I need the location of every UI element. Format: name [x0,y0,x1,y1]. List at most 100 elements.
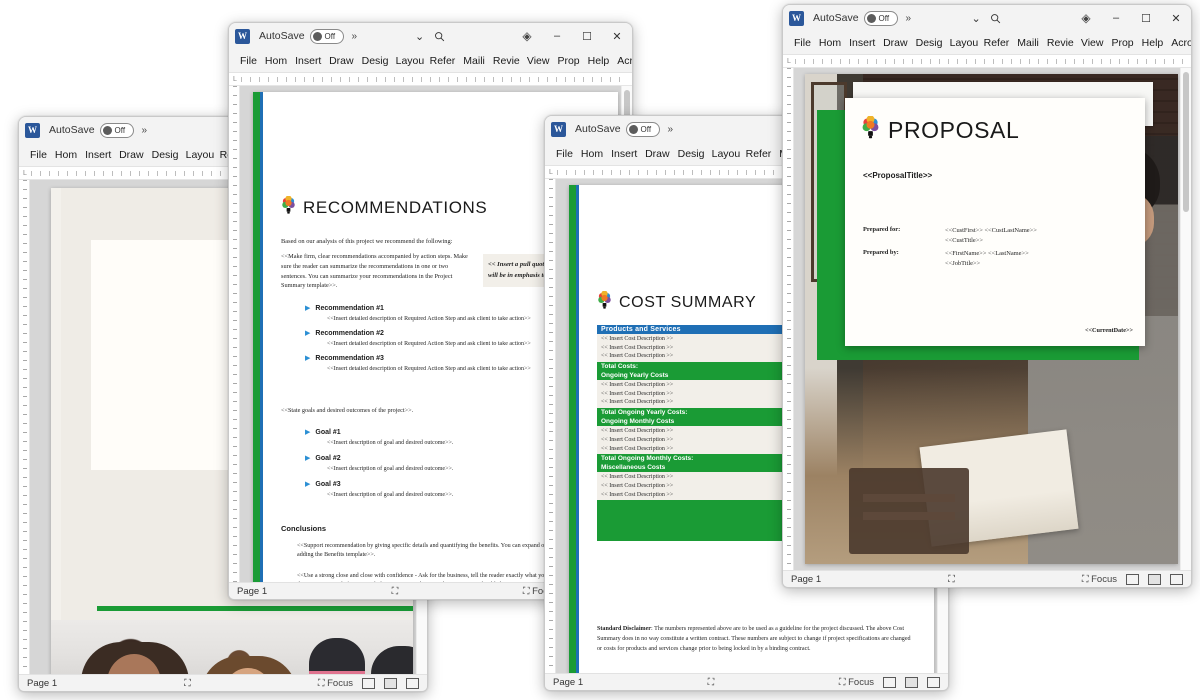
read-mode-icon[interactable] [1126,573,1139,585]
ribbon-tab-help[interactable]: Help [584,53,614,69]
read-mode-icon[interactable] [362,677,375,689]
focus-button[interactable]: ⛶ Focus [318,678,353,689]
ribbon-tab-file[interactable]: File [790,35,815,51]
current-date-field[interactable]: <<CurrentDate>> [1085,327,1133,334]
autosave-switch[interactable]: Off [863,10,898,26]
focus-button[interactable]: ⛶ Focus [1082,574,1117,585]
cust-title-field[interactable]: <<CustTitle>> [945,236,1037,246]
ribbon-tabs[interactable]: File Hom Insert Draw Desig Layou Refer M… [783,31,1191,55]
ribbon-tab-draw[interactable]: Draw [325,53,358,69]
autosave-toggle[interactable]: AutoSave Off [813,10,898,26]
print-layout-icon[interactable] [905,676,918,688]
accessibility-icon[interactable]: ⛶ [948,574,955,585]
ribbon-tab-mailings[interactable]: Maili [1013,35,1043,51]
more-options-icon[interactable]: » [352,31,358,42]
web-layout-icon[interactable] [406,677,419,689]
autosave-toggle[interactable]: AutoSave Off [49,122,134,138]
ribbon-tab-references[interactable]: Refer [426,53,460,69]
ribbon-tab-references[interactable]: Refer [742,146,776,162]
ruler-left-tab-icon[interactable]: L [19,170,27,177]
minimize-button[interactable]: – [542,24,572,48]
more-options-icon[interactable]: » [906,13,912,24]
ribbon-tab-references[interactable]: Refer [980,35,1014,51]
ribbon-tab-file[interactable]: File [26,147,51,163]
page-indicator[interactable]: Page 1 [553,677,583,688]
ribbon-tab-home[interactable]: Hom [815,35,845,51]
author-name-field[interactable]: <<FirstName>> <<LastName>> [945,249,1029,259]
ribbon-tab-insert[interactable]: Insert [291,53,325,69]
ribbon-tab-design[interactable]: Desig [674,146,708,162]
ribbon-tab-layout[interactable]: Layou [182,147,216,163]
autosave-toggle[interactable]: AutoSave Off [575,121,660,137]
accessibility-icon[interactable]: ⛶ [708,677,715,688]
ribbon-tab-design[interactable]: Desig [148,147,182,163]
ribbon-tab-file[interactable]: File [236,53,261,69]
search-icon[interactable] [424,24,454,48]
ribbon-tab-insert[interactable]: Insert [81,147,115,163]
minimize-button[interactable]: – [1101,6,1131,30]
ribbon-tab-help[interactable]: Help [1138,35,1168,51]
web-layout-icon[interactable] [927,676,940,688]
account-icon[interactable]: ◈ [512,24,542,48]
read-mode-icon[interactable] [883,676,896,688]
ruler-left-tab-icon[interactable]: L [783,58,791,65]
author-title-field[interactable]: <<JobTitle>> [945,259,1029,269]
ribbon-tab-home[interactable]: Hom [577,146,607,162]
ribbon-tab-insert[interactable]: Insert [607,146,641,162]
ruler-left-tab-icon[interactable]: L [545,169,553,176]
focus-button[interactable]: ⛶ Focus [839,677,874,688]
ribbon-tab-layout[interactable]: Layou [946,35,980,51]
ribbon-tab-home[interactable]: Hom [261,53,291,69]
document-page[interactable]: PROPOSAL <<ProposalTitle>> Prepared for:… [805,74,1178,564]
ribbon-tab-insert[interactable]: Insert [845,35,879,51]
ribbon-tab-review[interactable]: Revie [489,53,523,69]
proposal-title-field[interactable]: <<ProposalTitle>> [863,171,932,180]
vertical-scrollbar[interactable] [1180,68,1191,570]
ribbon-tab-review[interactable]: Revie [1043,35,1077,51]
ribbon-tab-draw[interactable]: Draw [879,35,912,51]
ribbon-tab-design[interactable]: Desig [912,35,946,51]
ribbon-tab-file[interactable]: File [552,146,577,162]
ribbon-tab-acrobat[interactable]: Acrol [1167,35,1191,51]
search-icon[interactable] [981,6,1011,30]
ribbon-tab-mailings[interactable]: Maili [459,53,489,69]
ribbon-tab-design[interactable]: Desig [358,53,392,69]
page-indicator[interactable]: Page 1 [791,574,821,585]
ribbon-tab-draw[interactable]: Draw [115,147,148,163]
more-options-icon[interactable]: » [668,124,674,135]
close-button[interactable]: ✕ [602,24,632,48]
quick-access-chevron-down-icon[interactable]: ⌄ [971,12,980,25]
maximize-button[interactable]: ☐ [572,24,602,48]
page-indicator[interactable]: Page 1 [237,586,267,597]
print-layout-icon[interactable] [384,677,397,689]
ribbon-tab-proposal[interactable]: Prop [553,53,583,69]
ribbon-tab-layout[interactable]: Layou [708,146,742,162]
word-window-proposal[interactable]: W AutoSave Off » ⌄ ◈ – ☐ ✕ File Hom Inse… [782,4,1192,588]
ruler-left-tab-icon[interactable]: L [229,76,237,83]
page-indicator[interactable]: Page 1 [27,678,57,689]
ribbon-tab-acrobat[interactable]: Acrol [613,53,632,69]
maximize-button[interactable]: ☐ [1131,6,1161,30]
accessibility-icon[interactable]: ⛶ [392,586,399,597]
autosave-toggle[interactable]: AutoSave Off [259,28,344,44]
autosave-switch[interactable]: Off [309,28,344,44]
autosave-switch[interactable]: Off [625,121,660,137]
more-options-icon[interactable]: » [142,125,148,136]
ribbon-tab-view[interactable]: View [1077,35,1108,51]
web-layout-icon[interactable] [1170,573,1183,585]
accessibility-icon[interactable]: ⛶ [184,678,191,689]
autosave-switch[interactable]: Off [99,122,134,138]
ribbon-tabs[interactable]: File Hom Insert Draw Desig Layou Refer M… [229,49,632,73]
ribbon-tab-view[interactable]: View [523,53,554,69]
close-button[interactable]: ✕ [1161,6,1191,30]
cust-name-field[interactable]: <<CustFirst>> <<CustLastName>> [945,226,1037,236]
quick-access-chevron-down-icon[interactable]: ⌄ [415,30,424,43]
ribbon-tab-draw[interactable]: Draw [641,146,674,162]
document-canvas[interactable]: PROPOSAL <<ProposalTitle>> Prepared for:… [783,68,1191,570]
account-icon[interactable]: ◈ [1071,6,1101,30]
ribbon-tab-proposal[interactable]: Prop [1107,35,1137,51]
scrollbar-thumb[interactable] [1183,72,1189,212]
ribbon-tab-layout[interactable]: Layou [392,53,426,69]
print-layout-icon[interactable] [1148,573,1161,585]
ribbon-tab-home[interactable]: Hom [51,147,81,163]
